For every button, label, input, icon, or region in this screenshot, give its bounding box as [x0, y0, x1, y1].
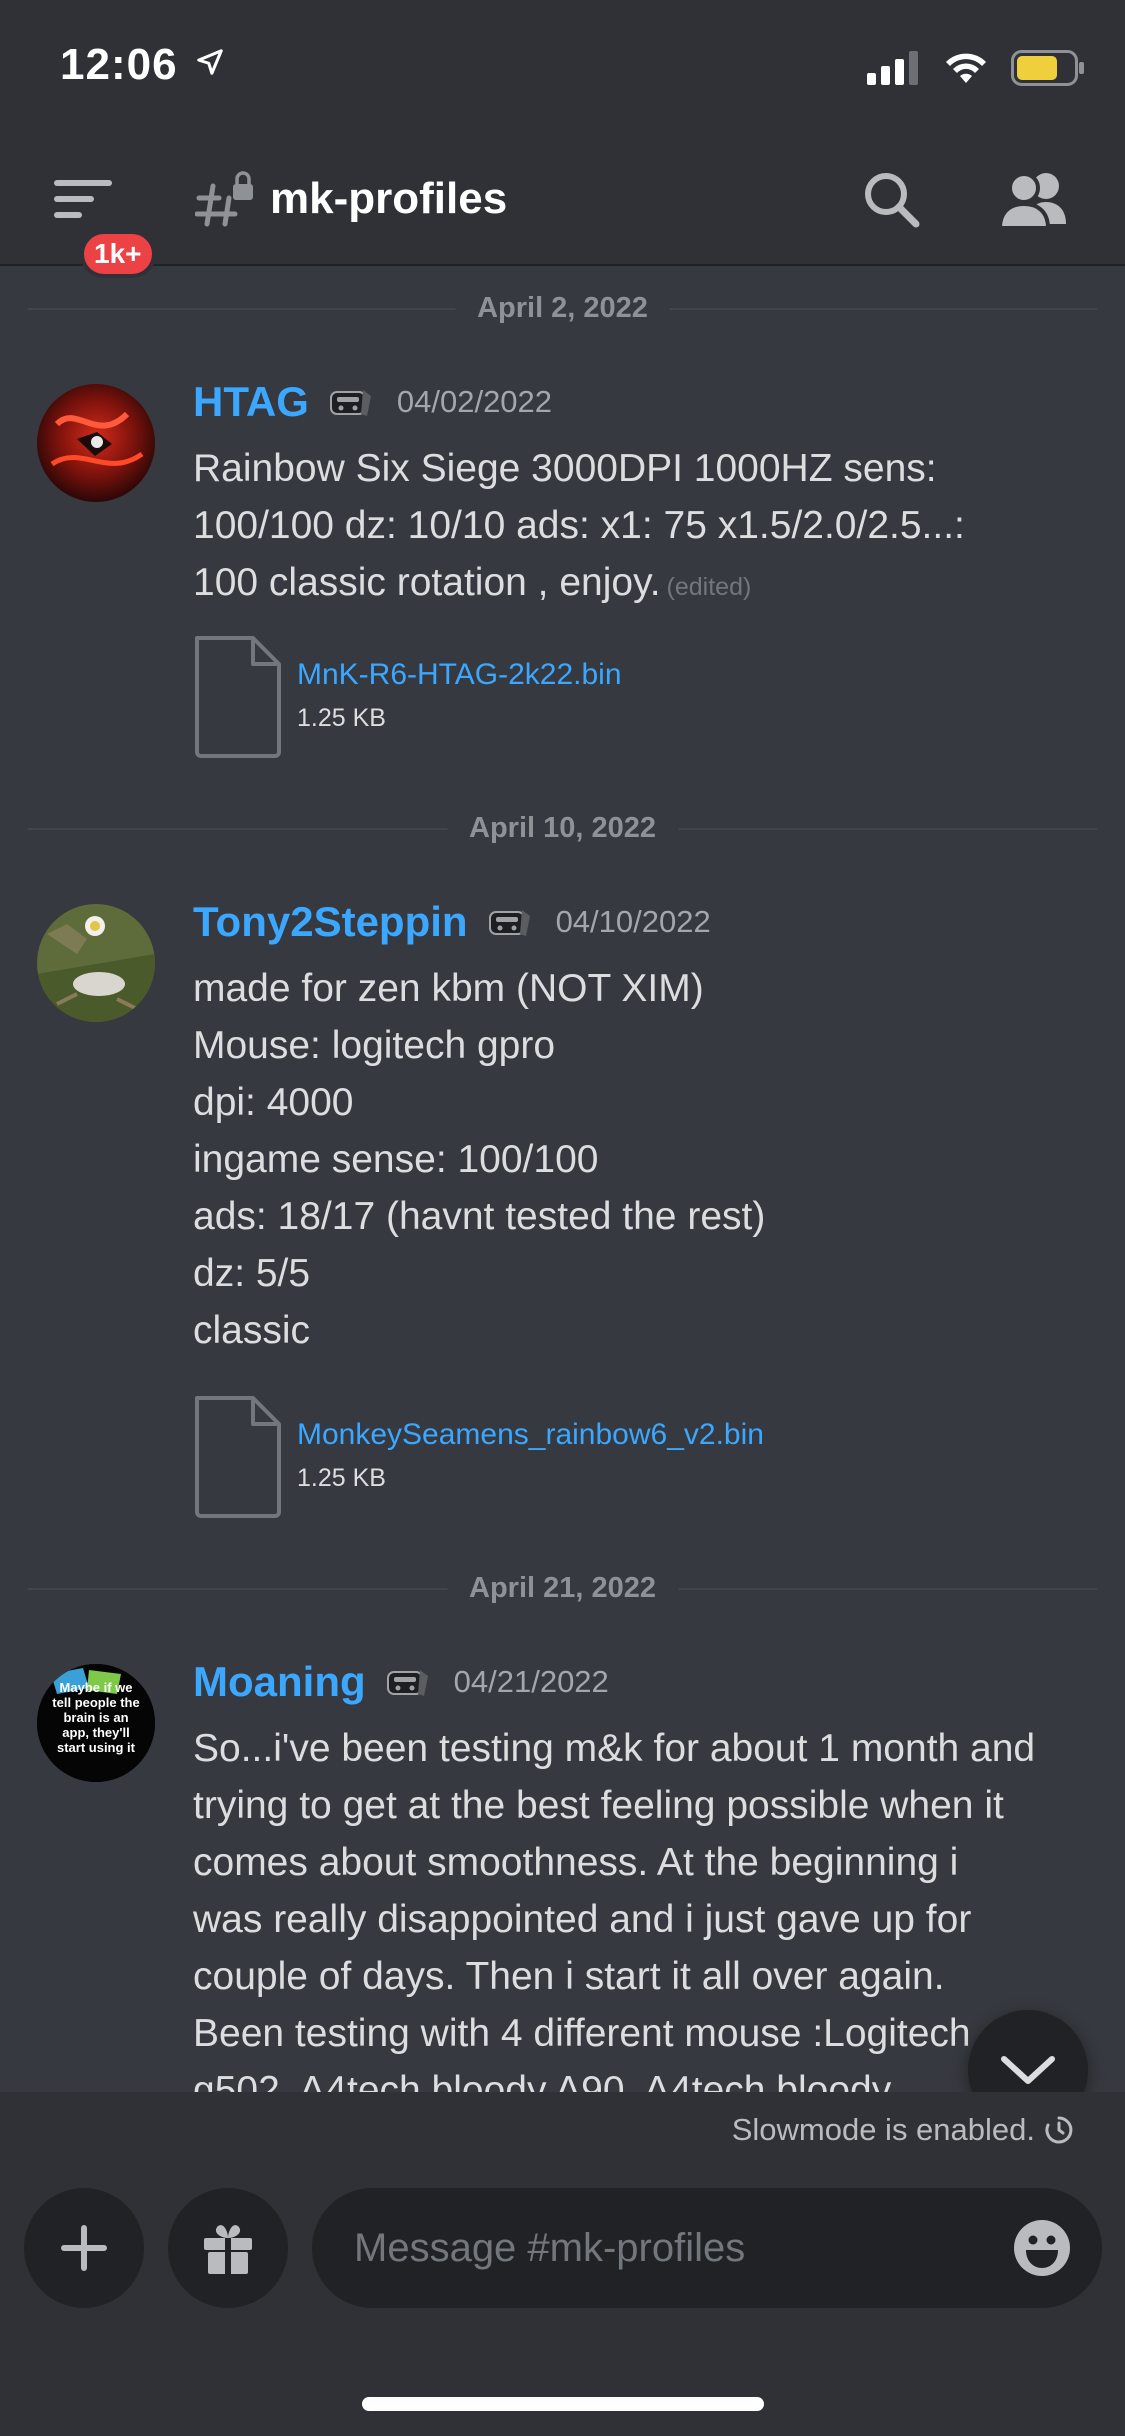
avatar[interactable]: [37, 904, 155, 1022]
locked-channel-hash-icon: [195, 171, 253, 227]
message-line-text: 100 classic rotation , enjoy.: [193, 561, 661, 604]
file-attachment[interactable]: MonkeySeamens_rainbow6_v2.bin 1.25 KB: [193, 1394, 764, 1518]
avatar-caption-line: tell people the: [52, 1695, 140, 1710]
message-content: So...i've been testing m&k for about 1 m…: [193, 1720, 1093, 2092]
timer-icon: [1045, 2116, 1073, 2144]
wifi-icon: [946, 53, 986, 83]
message-line: 100/100 dz: 10/10 ads: x1: 75 x1.5/2.0/2…: [193, 504, 965, 547]
message-line: dz: 5/5: [193, 1252, 311, 1295]
channel-header: 1k+ mk-profiles: [0, 140, 1125, 278]
timestamp: 04/10/2022: [555, 904, 711, 939]
message-line: was really disappointed and i just gave …: [193, 1898, 972, 1941]
avatar-caption-line: brain is an: [63, 1710, 129, 1725]
home-indicator[interactable]: [362, 2397, 764, 2411]
date-divider: April 10, 2022: [28, 812, 1097, 845]
avatar[interactable]: [37, 384, 155, 502]
emoji-icon[interactable]: [1012, 2218, 1072, 2278]
message-line: comes about smoothness. At the beginning…: [193, 1841, 959, 1884]
status-bar: 12:06: [0, 0, 1125, 140]
message-header: Tony2Steppin 04/10/2022: [193, 898, 711, 946]
message-line: ads: 18/17 (havnt tested the rest): [193, 1195, 766, 1238]
message-line: g502, A4tech bloody A90, A4tech bloody: [193, 2069, 892, 2092]
date-divider-label: April 2, 2022: [455, 292, 670, 325]
file-icon: [195, 1396, 281, 1518]
battery-icon: [1011, 50, 1084, 86]
message-line: Rainbow Six Siege 3000DPI 1000HZ sens:: [193, 447, 937, 490]
member-list-button[interactable]: [997, 168, 1070, 232]
controller-badge-icon: [386, 1670, 428, 1696]
gift-icon: [204, 2225, 252, 2274]
avatar-caption-line: Maybe if we: [59, 1680, 133, 1695]
date-divider-label: April 10, 2022: [447, 812, 678, 845]
message-input-container: [312, 2188, 1102, 2308]
clock-text: 12:06: [60, 40, 178, 89]
message-line: ingame sense: 100/100: [193, 1138, 599, 1181]
date-divider: April 2, 2022: [28, 292, 1097, 325]
add-attachment-button[interactable]: [24, 2188, 144, 2308]
avatar-caption: Maybe if we tell people the brain is an …: [37, 1680, 155, 1755]
controller-badge-icon: [488, 910, 530, 936]
message-input[interactable]: [354, 2188, 954, 2308]
message-line: So...i've been testing m&k for about 1 m…: [193, 1727, 1036, 1770]
avatar-caption-line: start using it: [56, 1740, 135, 1755]
username[interactable]: Tony2Steppin: [193, 898, 468, 946]
gift-button[interactable]: [168, 2188, 288, 2308]
message-line: made for zen kbm (NOT XIM): [193, 967, 704, 1010]
search-icon: [865, 173, 920, 228]
search-button[interactable]: [860, 168, 924, 232]
file-name-link[interactable]: MonkeySeamens_rainbow6_v2.bin: [297, 1418, 764, 1452]
members-icon: [997, 172, 1066, 230]
message-line: trying to get at the best feeling possib…: [193, 1784, 1004, 1827]
slowmode-text: Slowmode is enabled.: [731, 2112, 1035, 2147]
status-time: 12:06: [60, 40, 225, 90]
message-line: couple of days. Then i start it all over…: [193, 1955, 945, 1998]
message-line: Mouse: logitech gpro: [193, 1024, 556, 1067]
message-line: classic: [193, 1309, 311, 1352]
status-indicators: [867, 50, 1085, 86]
message-content: Rainbow Six Siege 3000DPI 1000HZ sens: 1…: [193, 440, 1093, 616]
slowmode-bar: Slowmode is enabled.: [0, 2092, 1125, 2164]
message-line: dpi: 4000: [193, 1081, 354, 1124]
controller-badge-icon: [329, 390, 371, 416]
date-divider-label: April 21, 2022: [447, 1572, 678, 1605]
timestamp: 04/02/2022: [396, 384, 553, 419]
plus-icon: [61, 2225, 107, 2271]
message-header: Moaning 04/21/2022: [193, 1658, 609, 1706]
location-arrow-icon: [197, 49, 223, 75]
menu-button[interactable]: 1k+: [50, 178, 156, 278]
message-feed[interactable]: April 2, 2022 HTAG 04/02/2022 Rainbow Si…: [0, 268, 1125, 2092]
file-icon: [195, 636, 281, 758]
cellular-signal-icon: [867, 51, 918, 85]
avatar-caption-line: app, they'll: [62, 1725, 130, 1740]
username[interactable]: Moaning: [193, 1658, 366, 1706]
message-line: 100 classic rotation , enjoy. (edited): [193, 554, 1093, 616]
message-composer: [0, 2164, 1125, 2436]
hamburger-menu-icon: [54, 180, 112, 218]
file-name-link[interactable]: MnK-R6-HTAG-2k22.bin: [297, 658, 622, 692]
message-content: made for zen kbm (NOT XIM) Mouse: logite…: [193, 960, 1093, 1359]
message-header: HTAG 04/02/2022: [193, 378, 552, 426]
avatar[interactable]: Maybe if we tell people the brain is an …: [37, 1664, 155, 1782]
chevron-down-icon: [1001, 2056, 1055, 2084]
channel-name: mk-profiles: [270, 174, 508, 223]
avatar-image: [37, 904, 155, 1022]
message-line: Been testing with 4 different mouse :Log…: [193, 2012, 971, 2055]
edited-label: (edited): [666, 573, 752, 601]
username[interactable]: HTAG: [193, 378, 309, 426]
date-divider: April 21, 2022: [28, 1572, 1097, 1605]
avatar-image: [37, 384, 155, 502]
timestamp: 04/21/2022: [453, 1664, 609, 1699]
file-size: 1.25 KB: [297, 1464, 386, 1492]
file-size: 1.25 KB: [297, 704, 386, 732]
file-attachment[interactable]: MnK-R6-HTAG-2k22.bin 1.25 KB: [193, 634, 753, 758]
